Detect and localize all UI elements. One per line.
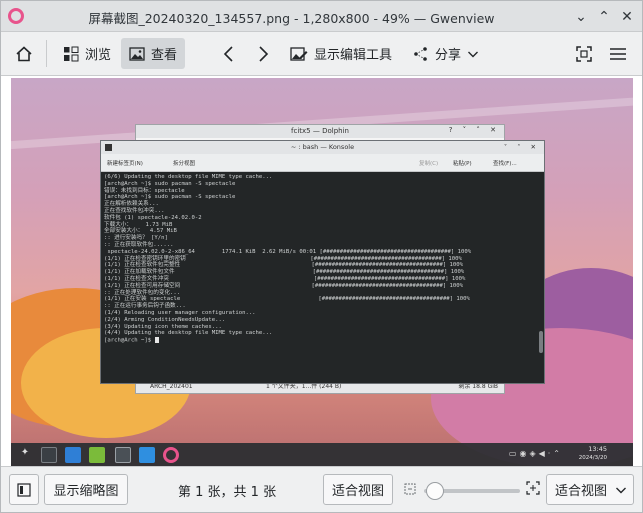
terminal-line: :: 正在运行事务后钩子函数...: [104, 303, 186, 310]
home-button[interactable]: [7, 38, 41, 69]
toolbar-separator: [46, 40, 47, 67]
image-icon: [129, 46, 145, 61]
share-icon: [414, 46, 427, 61]
chevron-down-icon: [616, 487, 627, 493]
main-toolbar: 浏览 查看 显示编辑工具 分享: [1, 32, 642, 76]
terminal-line: (4/4) Updating the desktop file MIME typ…: [104, 330, 273, 337]
browse-label: 浏览: [85, 48, 112, 63]
grid-icon: [64, 46, 79, 61]
konsole-find: 查找(F)...: [493, 161, 517, 167]
taskbar-time: 13:45: [588, 445, 607, 453]
view-button[interactable]: 查看: [121, 38, 186, 69]
fullscreen-icon: [576, 45, 592, 62]
terminal-line: spectacle-24.02.0-2-x86_64 1774.1 KiB 2.…: [104, 248, 472, 255]
chevron-down-icon: [468, 51, 479, 57]
chevron-right-icon: [259, 45, 269, 62]
taskbar-app-icon: [65, 447, 81, 463]
toggle-sidebar-button[interactable]: [9, 474, 39, 505]
taskbar-dolphin-icon: [139, 447, 155, 463]
terminal-cursor: [154, 337, 159, 344]
taskbar-clock: 13:45 2024/3/20: [579, 445, 607, 463]
image-edit-icon: [290, 46, 308, 61]
terminal-line: 全部安装大小： 4.57 MiB: [104, 228, 177, 235]
gwenview-window: 屏幕截图_20240320_134557.png - 1,280x800 - 4…: [0, 0, 643, 513]
taskbar-date: 2024/3/20: [578, 455, 607, 461]
show-thumbnails-button[interactable]: 显示缩略图: [44, 474, 128, 505]
konsole-window: ~ : bash — Konsole ˅ ˄ ✕ 新建标签页(N) 拆分视图 复…: [100, 140, 545, 384]
terminal-line: (6/6) Updating the desktop file MIME typ…: [104, 174, 273, 180]
zoom-mode-value: 适合视图: [555, 484, 608, 499]
konsole-terminal: (6/6) Updating the desktop file MIME typ…: [101, 172, 544, 383]
terminal-line: :: 进行安装吗？ [Y/n]: [104, 235, 168, 242]
taskbar-gwenview-icon: [163, 447, 179, 463]
desktop-taskbar: ✦ ▭◉◈◀·⌃ 13:45 2024/3/20: [11, 443, 633, 467]
dolphin-window-buttons: ? ˅ ˄ ✕: [448, 126, 500, 134]
taskbar-app-icon: [41, 447, 57, 463]
title-bar: 屏幕截图_20240320_134557.png - 1,280x800 - 4…: [1, 1, 642, 32]
konsole-new-tab: 新建标签页(N): [107, 161, 143, 167]
terminal-line: (1/1) 正在加载软件包文件 [#######################…: [104, 269, 465, 276]
share-button[interactable]: 分享: [405, 38, 487, 69]
zoom-in-icon[interactable]: [526, 481, 540, 495]
system-tray: ▭◉◈◀·⌃: [508, 449, 563, 458]
gwenview-app-icon[interactable]: [8, 8, 24, 24]
terminal-line: 错误：未找到目标：spectacle: [104, 187, 185, 194]
terminal-line: 正在解析依赖关系...: [104, 201, 159, 208]
konsole-scrollbar: [539, 331, 543, 353]
zoom-slider-handle[interactable]: [426, 482, 444, 500]
sidebar-icon: [17, 482, 31, 497]
konsole-titlebar: ~ : bash — Konsole ˅ ˄ ✕: [101, 141, 544, 154]
terminal-line: (1/1) 正在检查文件冲突 [########################…: [104, 275, 466, 282]
close-button[interactable]: ✕: [617, 7, 637, 27]
terminal-line: :: 正在获取软件包......: [104, 241, 174, 248]
page-info: 第 1 张，共 1 张: [178, 485, 277, 500]
displayed-screenshot: fcitx5 — Dolphin ? ˅ ˄ ✕ ARCH_202401 1 个…: [11, 78, 633, 467]
terminal-line: (1/1) 正在检查可用存储空间 [######################…: [104, 282, 464, 289]
taskbar-konsole-icon: [115, 447, 131, 463]
terminal-line: [arch@Arch ~]$ sudo pacman -S spectacle: [104, 180, 236, 187]
previous-button[interactable]: [214, 38, 244, 69]
konsole-title: ~ : bash — Konsole: [290, 143, 355, 151]
zoom-mode-select[interactable]: 适合视图: [546, 474, 634, 505]
terminal-line: [arch@Arch ~]$: [104, 337, 541, 344]
terminal-line: (2/4) Arming ConditionNeedsUpdate...: [104, 316, 226, 323]
window-title: 屏幕截图_20240320_134557.png - 1,280x800 - 4…: [88, 11, 495, 26]
next-button[interactable]: [248, 38, 278, 69]
minimize-button[interactable]: ⌄: [571, 7, 591, 27]
konsole-split-view: 拆分视图: [173, 161, 196, 167]
terminal-line: (3/4) Updating icon theme caches...: [104, 323, 222, 330]
zoom-out-icon[interactable]: [404, 483, 416, 495]
show-editing-tools-label: 显示编辑工具: [314, 48, 393, 63]
home-icon: [16, 45, 32, 61]
bottom-bar: 显示缩略图 第 1 张，共 1 张 适合视图 适合视图: [1, 466, 642, 512]
terminal-line: (1/4) Reloading user manager configurati…: [104, 309, 256, 316]
taskbar-app-icon: [89, 447, 105, 463]
app-launcher-icon: ✦: [20, 447, 30, 458]
konsole-app-icon: [105, 144, 112, 151]
terminal-line: [arch@Arch ~]$ sudo pacman -S spectacle: [104, 194, 236, 201]
zoom-slider[interactable]: [424, 482, 520, 500]
maximize-button[interactable]: ⌃: [594, 7, 614, 27]
terminal-line: 正在查找软件包冲突...: [104, 207, 165, 214]
image-viewport[interactable]: fcitx5 — Dolphin ? ˅ ˄ ✕ ARCH_202401 1 个…: [1, 76, 642, 467]
chevron-left-icon: [223, 45, 233, 62]
hamburger-menu-icon: [610, 47, 626, 60]
view-label: 查看: [151, 48, 178, 63]
konsole-toolbar: 新建标签页(N) 拆分视图 复制(C) 粘贴(P) 查找(F)...: [101, 154, 544, 172]
browse-button[interactable]: 浏览: [55, 38, 119, 69]
fullscreen-button[interactable]: [567, 38, 601, 69]
konsole-copy: 复制(C): [419, 161, 439, 167]
show-editing-tools-button[interactable]: 显示编辑工具: [282, 38, 400, 69]
konsole-paste: 粘贴(P): [453, 161, 472, 167]
share-label: 分享: [435, 48, 462, 63]
konsole-window-buttons: ˅ ˄ ✕: [503, 143, 540, 151]
hamburger-menu-button[interactable]: [601, 38, 635, 69]
fit-view-button[interactable]: 适合视图: [323, 474, 393, 505]
terminal-line: 软件包 (1) spectacle-24.02.0-2: [104, 214, 202, 221]
